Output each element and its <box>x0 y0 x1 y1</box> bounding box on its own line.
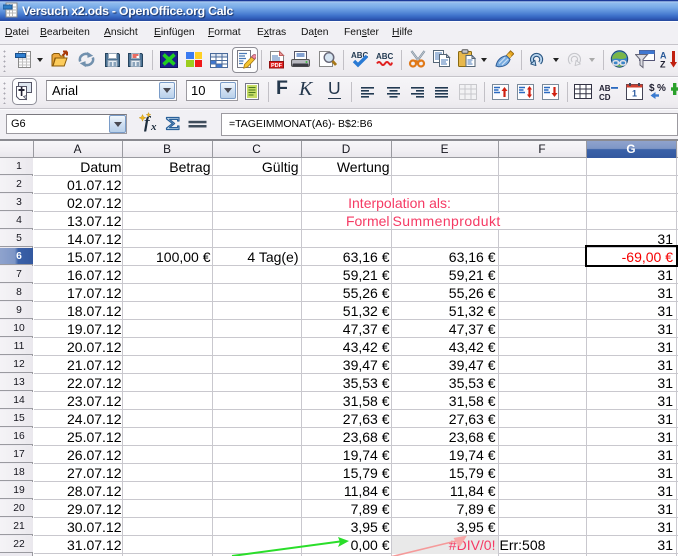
svg-text:PDF: PDF <box>271 63 283 69</box>
svg-text:Z: Z <box>660 60 666 70</box>
svg-text:%: % <box>657 83 666 94</box>
svg-text:AB: AB <box>599 84 611 93</box>
svg-text:x: x <box>150 121 157 133</box>
svg-text:ABC: ABC <box>376 52 394 61</box>
svg-text:1: 1 <box>632 89 637 99</box>
svg-text:$: $ <box>649 83 655 94</box>
svg-text:CD: CD <box>599 93 611 101</box>
